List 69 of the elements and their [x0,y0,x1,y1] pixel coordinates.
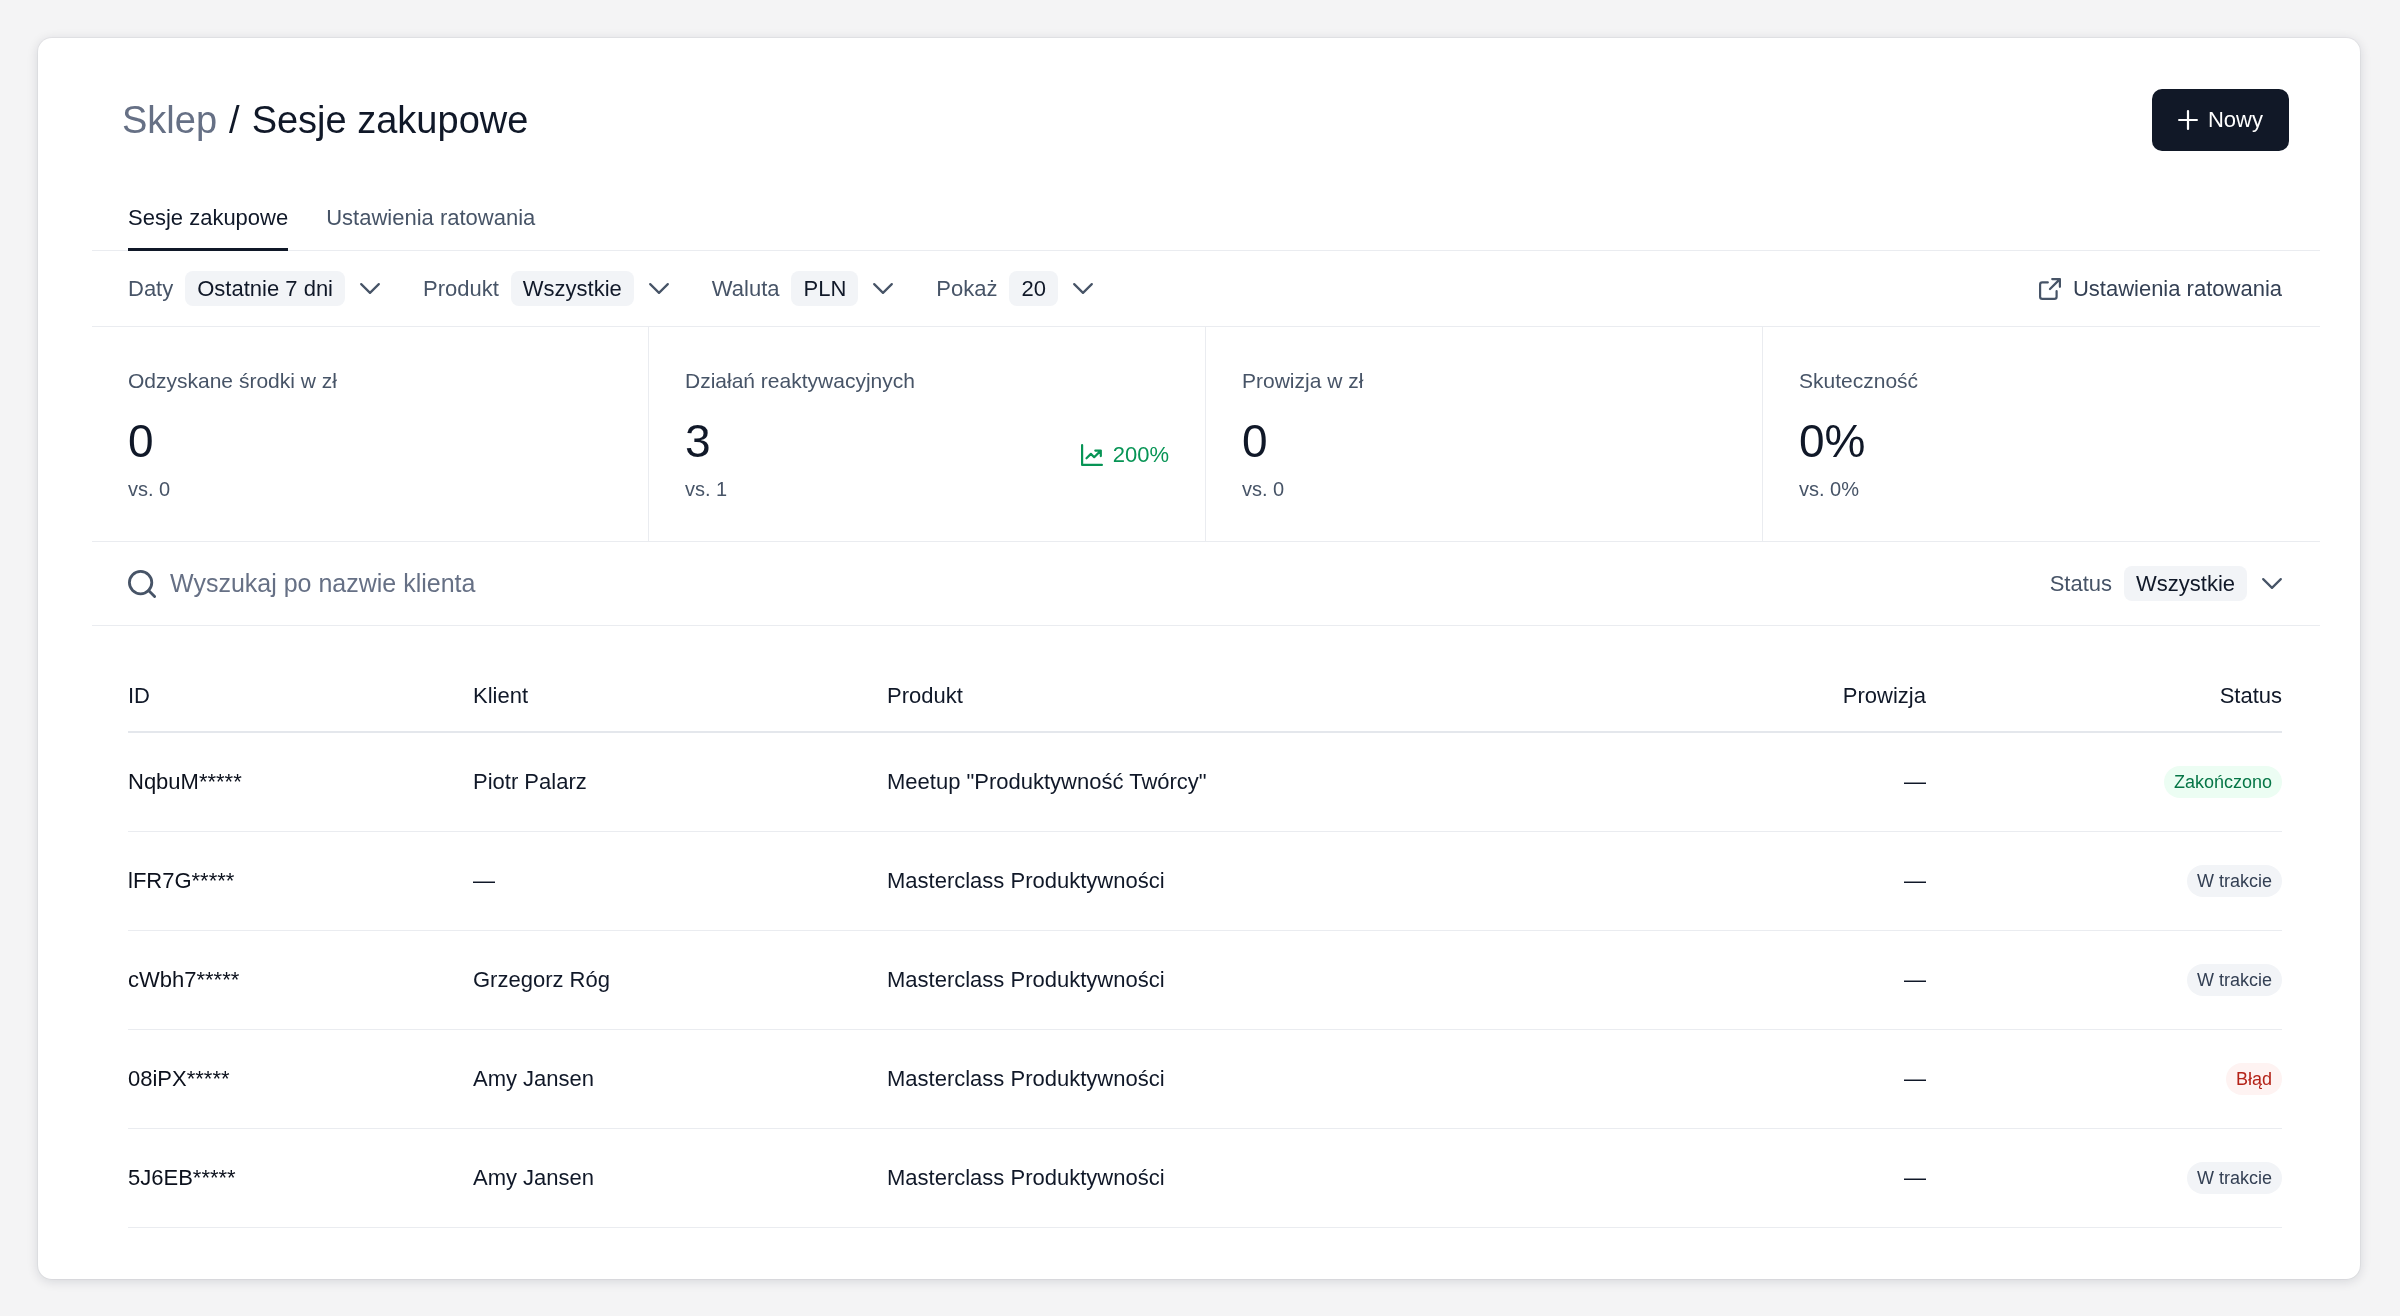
page-title: Sesje zakupowe [251,98,529,142]
tab[interactable]: Sesje zakupowe [128,187,289,251]
stat-comparison: vs. 0 [128,477,172,502]
stat-label: Działań reaktywacyjnych [685,368,916,394]
column-header: Klient [473,682,529,710]
table-cell-text: Meetup "Produktywność Twórcy" [887,768,1207,796]
status-badge: Błąd [2225,1063,2282,1095]
status-badge: Zakończono [2163,766,2282,798]
status-badge: W trakcie [2187,865,2282,897]
chevron-down-icon[interactable] [1072,283,1093,294]
settings-link[interactable]: Ustawienia ratowania [2038,275,2282,302]
breadcrumb-separator: / [229,98,240,142]
table-cell-text: Grzegorz Róg [473,966,610,994]
table-cell-text: Piotr Palarz [473,768,587,796]
stat-label: Prowizja w zł [1242,368,1365,394]
filter-label: Pokaż [936,275,998,302]
status-badge: W trakcie [2187,964,2282,996]
plus-icon [2178,110,2198,130]
column-header: Produkt [887,682,963,710]
column-header: ID [128,682,150,710]
table-cell-text: — [1904,1164,1926,1192]
filter-select[interactable]: PLN [791,271,859,306]
table-cell-text: cWbh7***** [128,966,240,994]
filter-label: Waluta [711,275,780,302]
table-cell-text: Masterclass Produktywności [887,867,1165,895]
stat-value: 0 [128,414,154,469]
filter-select[interactable]: 20 [1009,271,1058,306]
table-cell-text: 5J6EB***** [128,1164,236,1192]
column-header: Status [2219,682,2282,710]
table-cell-text: Amy Jansen [473,1065,595,1093]
filter-label: Status [2049,570,2112,597]
stat-value: 0 [1242,414,1268,469]
filter-label: Produkt [423,275,499,302]
stat-label: Odzyskane środki w zł [128,368,338,394]
stat-comparison: vs. 0% [1799,477,1861,502]
filter-select[interactable]: Ostatnie 7 dni [185,271,345,306]
filter-select[interactable]: Wszystkie [510,271,634,306]
table-cell-text: — [1904,867,1926,895]
table-cell-text: Masterclass Produktywności [887,1164,1165,1192]
stat-comparison: vs. 1 [685,477,729,502]
search-icon [128,569,156,598]
new-button[interactable]: Nowy [2152,89,2289,151]
breadcrumb-link[interactable]: Sklep [122,98,218,142]
chevron-down-icon[interactable] [873,283,894,294]
table-cell-text: Masterclass Produktywności [887,1065,1165,1093]
table-cell-text: — [1904,1065,1926,1093]
stat-value: 3 [685,414,711,469]
table-cell-text: — [473,867,495,895]
tab[interactable]: Ustawienia ratowania [326,187,536,251]
chevron-down-icon[interactable] [648,283,669,294]
chevron-down-icon[interactable] [2262,578,2282,589]
stat-comparison: vs. 0 [1242,477,1286,502]
table-cell-text: lFR7G***** [128,867,235,895]
change-percent: 200% [1112,441,1169,469]
table-cell-text: Masterclass Produktywności [887,966,1165,994]
status-badge: W trakcie [2187,1162,2282,1194]
table-cell-text: — [1904,966,1926,994]
stat-value: 0% [1799,414,1866,469]
table-cell-text: Amy Jansen [473,1164,595,1192]
stat-label: Skuteczność [1799,368,1920,394]
column-header: Prowizja [1842,682,1926,710]
chevron-down-icon[interactable] [360,283,380,294]
search-field[interactable]: Wyszukaj po nazwie klienta [170,569,790,598]
table-cell-text: 08iPX***** [128,1065,230,1093]
table-cell-text: — [1904,768,1926,796]
filter-select[interactable]: Wszystkie [2124,566,2247,601]
external-link-icon [2038,277,2061,300]
filter-label: Daty [128,275,174,302]
table-cell-text: NqbuM***** [128,768,242,796]
